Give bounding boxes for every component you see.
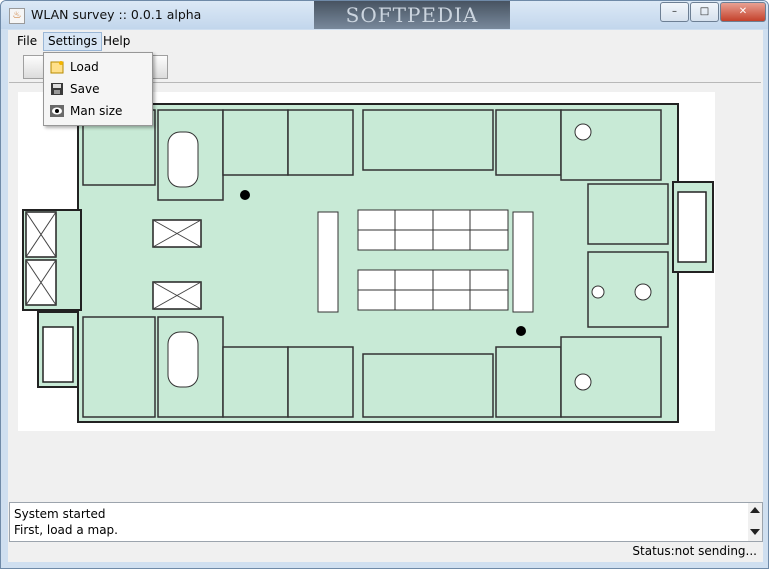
minimize-button[interactable]: – xyxy=(660,2,689,22)
menu-item-load[interactable]: Load xyxy=(44,56,152,78)
app-window: ♨ WLAN survey :: 0.0.1 alpha SOFTPEDIA –… xyxy=(0,0,769,569)
window-title: WLAN survey :: 0.0.1 alpha xyxy=(31,7,202,22)
measure-point[interactable] xyxy=(516,326,526,336)
status-text: Status:not sending... xyxy=(632,544,757,558)
status-bar: Status:not sending... xyxy=(8,542,763,562)
menu-item-man-size[interactable]: Man size xyxy=(44,100,152,122)
menu-settings[interactable]: Settings xyxy=(43,32,103,51)
map-panel xyxy=(9,82,761,501)
title-bar[interactable]: ♨ WLAN survey :: 0.0.1 alpha SOFTPEDIA –… xyxy=(1,1,768,29)
menu-item-label: Load xyxy=(70,60,99,74)
menu-item-label: Save xyxy=(70,82,100,96)
menu-bar: File Settings Help xyxy=(8,30,763,52)
eye-icon xyxy=(50,105,64,117)
settings-dropdown: Load Save Man size xyxy=(43,52,153,126)
log-line-2: First, load a map. xyxy=(14,523,118,537)
maximize-button[interactable]: □ xyxy=(690,2,719,22)
log-panel[interactable]: System started First, load a map. xyxy=(9,502,763,542)
menu-item-save[interactable]: Save xyxy=(44,78,152,100)
save-icon xyxy=(51,83,63,95)
menu-help[interactable]: Help xyxy=(99,33,134,50)
floor-plan-map[interactable] xyxy=(18,92,715,431)
java-app-icon: ♨ xyxy=(9,8,25,24)
menu-file[interactable]: File xyxy=(13,33,41,50)
menu-item-label: Man size xyxy=(70,104,123,118)
log-scrollbar[interactable] xyxy=(748,503,762,541)
measure-point[interactable] xyxy=(240,190,250,200)
softpedia-watermark: SOFTPEDIA xyxy=(314,1,510,29)
floor-plan-svg xyxy=(22,103,714,423)
window-controls: – □ ✕ xyxy=(660,2,767,22)
log-line-1: System started xyxy=(14,507,106,521)
scroll-down-icon[interactable] xyxy=(750,529,760,535)
load-icon xyxy=(50,61,64,74)
scroll-up-icon[interactable] xyxy=(750,507,760,513)
close-button[interactable]: ✕ xyxy=(720,2,766,22)
